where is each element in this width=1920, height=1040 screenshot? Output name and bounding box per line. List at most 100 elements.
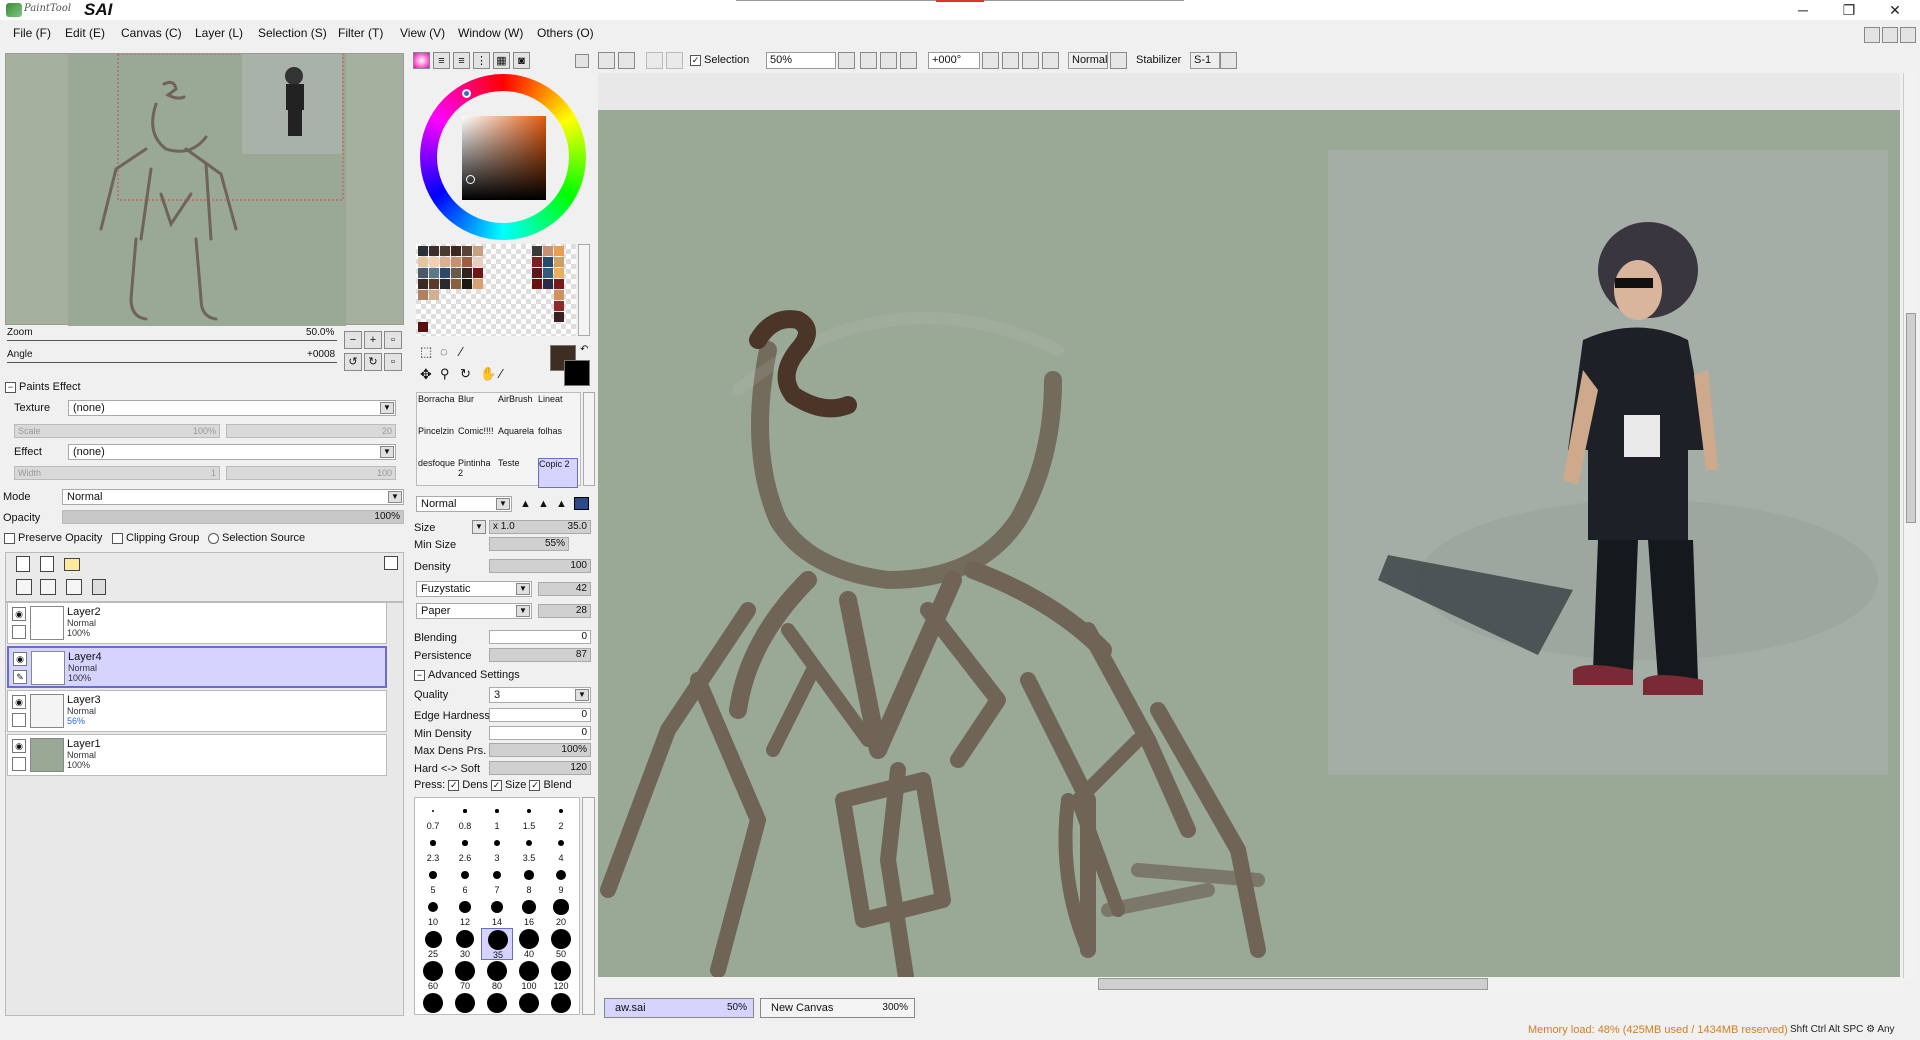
sv-cursor[interactable] (466, 175, 475, 184)
brush-size-option[interactable]: 2.3 (417, 832, 449, 864)
texture-select[interactable]: (none) ▼ (68, 400, 396, 416)
brush-size-option[interactable]: 9 (545, 864, 577, 896)
vertical-scroll-thumb[interactable] (1906, 313, 1916, 523)
size-grid-scrollbar[interactable] (582, 797, 595, 1015)
layer-item-layer1[interactable]: ◉ Layer1 Normal 100% (7, 734, 387, 776)
chevron-down-icon[interactable] (982, 52, 999, 69)
zoom-reset-button[interactable]: ▫ (384, 331, 402, 349)
color-wheel-tab-icon[interactable] (413, 52, 430, 69)
angle-slider[interactable] (7, 362, 337, 363)
eye-icon[interactable]: ◉ (12, 607, 26, 621)
brush-size-option[interactable]: 14 (481, 896, 513, 928)
deselect-icon[interactable] (646, 52, 663, 69)
max-dens-slider[interactable]: 100% (489, 743, 591, 757)
panel-toggle-icon[interactable] (1864, 27, 1880, 43)
min-size-slider[interactable]: 55% (489, 537, 569, 551)
brush-size-option[interactable]: 200 (449, 992, 481, 1014)
shape-strength-slider[interactable]: 42 (538, 582, 591, 596)
brush-slot-selected[interactable]: Copic 2 (538, 458, 578, 488)
undo-icon[interactable] (598, 52, 615, 69)
blend-mode-field[interactable]: Normal (1068, 52, 1108, 69)
navigator-preview[interactable] (5, 53, 404, 326)
panel-menu-icon[interactable] (575, 54, 589, 68)
canvas-tab-new-canvas[interactable]: New Canvas 300% (760, 998, 915, 1018)
preserve-opacity-checkbox[interactable]: Preserve Opacity (4, 532, 102, 544)
hue-cursor[interactable] (462, 89, 471, 98)
density-slider[interactable]: 100 (489, 559, 591, 573)
rect-select-icon[interactable]: ⬚ (420, 344, 432, 360)
new-linework-layer-icon[interactable] (40, 556, 54, 572)
zoom-out-button[interactable]: − (344, 331, 362, 349)
flip-icon[interactable] (1110, 52, 1127, 69)
brush-slot[interactable]: Pincelzin (418, 426, 458, 456)
brush-slot[interactable]: Blur (458, 394, 498, 424)
eye-icon[interactable]: ◉ (13, 652, 27, 666)
brush-size-option[interactable]: 30 (449, 928, 481, 960)
canvas-tab-aw[interactable]: aw.sai 50% (604, 998, 754, 1018)
brush-slot[interactable]: Borracha (418, 394, 458, 424)
rotate-left-icon[interactable] (1002, 52, 1019, 69)
brush-size-option[interactable]: 10 (417, 896, 449, 928)
trash-icon[interactable] (92, 579, 106, 595)
layer-opacity-slider[interactable]: 100% (62, 510, 404, 524)
menu-others[interactable]: Others (O) (537, 26, 594, 40)
brush-size-option[interactable]: 120 (545, 960, 577, 992)
menu-selection[interactable]: Selection (S) (258, 26, 327, 40)
lock-icon[interactable] (12, 713, 26, 727)
angle-field[interactable]: +000° (928, 52, 980, 69)
transfer-down-icon[interactable] (16, 579, 32, 595)
rotate-right-button[interactable]: ↻ (364, 353, 382, 371)
brush-size-option[interactable]: 40 (513, 928, 545, 960)
brush-size-option[interactable]: 3.5 (513, 832, 545, 864)
brush-size-option[interactable]: 16 (513, 896, 545, 928)
brush-slot[interactable]: AirBrush (498, 394, 538, 424)
horizontal-scroll-thumb[interactable] (1098, 978, 1488, 990)
selection-source-radio[interactable]: Selection Source (208, 532, 305, 544)
persistence-slider[interactable]: 87 (489, 648, 591, 662)
layer-item-layer4[interactable]: ◉ ✎ Layer4 Normal 100% (7, 646, 387, 688)
clipping-group-checkbox[interactable]: Clipping Group (112, 532, 199, 544)
brush-size-option[interactable]: 80 (481, 960, 513, 992)
swap-colors-icon[interactable]: ↶ (580, 344, 588, 355)
zoom-field[interactable]: 50% (766, 52, 836, 69)
tip-shape-icon[interactable]: ▲ (538, 498, 549, 510)
brush-size-option[interactable]: 35 (481, 928, 513, 960)
brush-size-option[interactable]: 0.7 (417, 800, 449, 832)
scale-slider[interactable]: Scale 100% (14, 424, 220, 438)
restore-button[interactable]: ❐ (1826, 0, 1872, 20)
lock-icon[interactable] (12, 757, 26, 771)
brush-size-option[interactable]: 70 (449, 960, 481, 992)
invert-selection-icon[interactable] (666, 52, 683, 69)
brush-size-option[interactable]: 60 (417, 960, 449, 992)
brush-texture-select[interactable]: Paper ▼ (416, 603, 532, 619)
zoom-out-icon[interactable] (860, 52, 877, 69)
canvas-horizontal-scrollbar[interactable] (598, 977, 1903, 991)
swatch-scrollbar[interactable] (578, 244, 590, 336)
width-num[interactable]: 100 (226, 466, 396, 480)
secondary-color-swatch[interactable] (564, 360, 590, 386)
hard-soft-slider[interactable]: 120 (489, 761, 591, 775)
brush-mode-select[interactable]: Normal ▼ (416, 496, 512, 512)
eye-icon[interactable]: ◉ (12, 739, 26, 753)
brush-size-option[interactable]: 150 (417, 992, 449, 1014)
size-slider[interactable]: x 1.0 35.0 (489, 520, 591, 534)
zoom-in-icon[interactable] (880, 52, 897, 69)
min-density-slider[interactable]: 0 (489, 726, 591, 740)
press-blend-checkbox[interactable]: ✓ (529, 779, 541, 791)
brush-size-option[interactable]: 1.5 (513, 800, 545, 832)
new-folder-icon[interactable] (64, 558, 80, 571)
drawing-canvas[interactable] (598, 110, 1900, 978)
hand-icon[interactable]: ✋ (480, 366, 496, 382)
effect-select[interactable]: (none) ▼ (68, 444, 396, 460)
rotate-right-icon[interactable] (1022, 52, 1039, 69)
menu-view[interactable]: View (V) (400, 26, 445, 40)
rgb-slider-tab-icon[interactable]: ≡ (433, 52, 450, 69)
width-slider[interactable]: Width 1 (14, 466, 220, 480)
brush-size-option[interactable]: 50 (545, 928, 577, 960)
rotate-reset-icon[interactable] (1042, 52, 1059, 69)
layer-mask-icon[interactable] (384, 556, 398, 570)
hsv-slider-tab-icon[interactable]: ≡ (453, 52, 470, 69)
brush-size-option[interactable]: 7 (481, 864, 513, 896)
magic-wand-icon[interactable]: ⁄ (460, 344, 462, 359)
scratchpad-tab-icon[interactable]: ◙ (513, 52, 530, 69)
